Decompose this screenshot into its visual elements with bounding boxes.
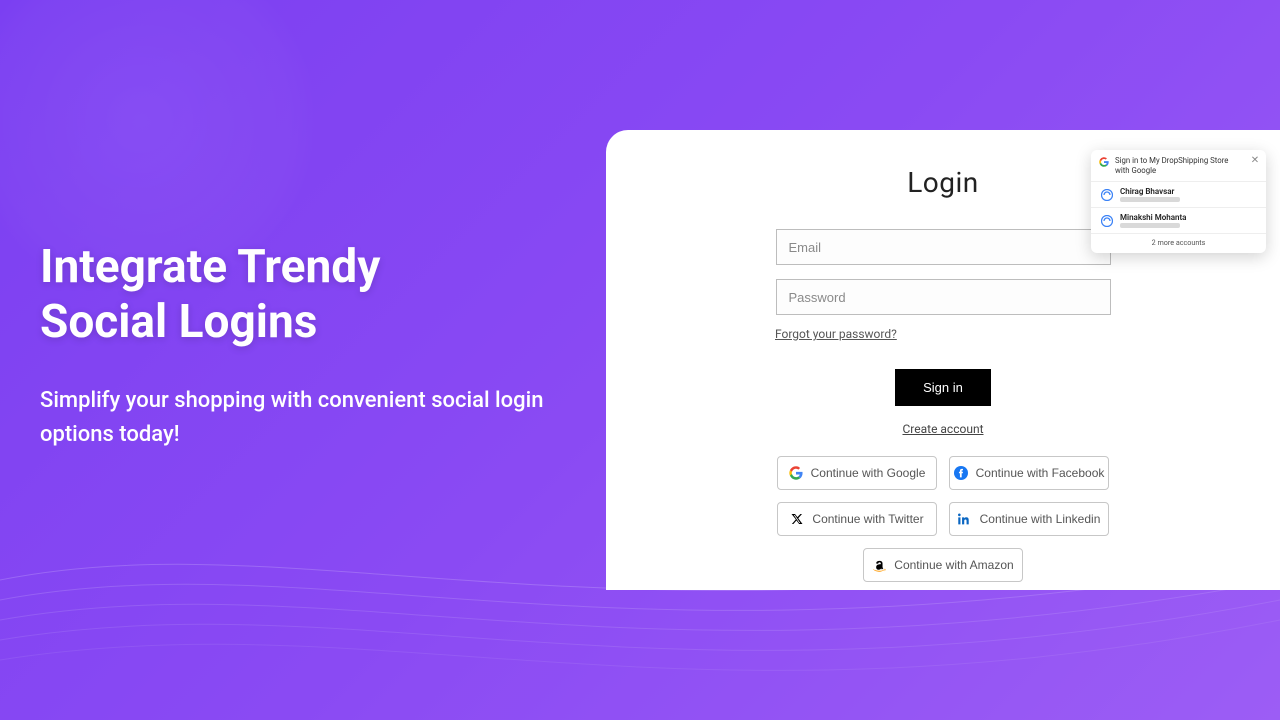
amazon-icon [872, 558, 886, 572]
continue-google-label: Continue with Google [811, 466, 926, 480]
hero-copy: Integrate Trendy Social Logins Simplify … [40, 240, 580, 453]
continue-twitter-label: Continue with Twitter [812, 512, 923, 526]
hero-title: Integrate Trendy Social Logins [40, 240, 580, 350]
onetap-account-row[interactable]: Minakshi Mohanta [1091, 207, 1266, 233]
email-field[interactable] [776, 229, 1111, 265]
continue-facebook-button[interactable]: Continue with Facebook [949, 456, 1109, 490]
linkedin-icon [958, 512, 972, 526]
continue-google-button[interactable]: Continue with Google [777, 456, 937, 490]
login-title: Login [907, 166, 979, 199]
twitter-icon [790, 512, 804, 526]
facebook-icon [954, 466, 968, 480]
account-email-redacted [1120, 223, 1180, 228]
continue-twitter-button[interactable]: Continue with Twitter [777, 502, 937, 536]
account-name: Chirag Bhavsar [1120, 187, 1174, 196]
continue-amazon-button[interactable]: Continue with Amazon [863, 548, 1023, 582]
continue-amazon-label: Continue with Amazon [894, 558, 1013, 572]
signin-button[interactable]: Sign in [895, 369, 991, 406]
hero-title-line1: Integrate Trendy [40, 240, 380, 294]
google-onetap-popup: Sign in to My DropShipping Store with Go… [1091, 150, 1266, 253]
onetap-header-text: Sign in to My DropShipping Store with Go… [1115, 156, 1258, 175]
forgot-password-link[interactable]: Forgot your password? [775, 327, 897, 341]
account-avatar-icon [1101, 189, 1113, 201]
hero-subtitle: Simplify your shopping with convenient s… [40, 384, 580, 452]
create-account-link[interactable]: Create account [902, 422, 983, 436]
password-field[interactable] [776, 279, 1111, 315]
hero-title-line2: Social Logins [40, 295, 317, 349]
continue-facebook-label: Continue with Facebook [976, 466, 1105, 480]
onetap-more-accounts[interactable]: 2 more accounts [1091, 233, 1266, 253]
onetap-header: Sign in to My DropShipping Store with Go… [1091, 150, 1266, 181]
continue-linkedin-label: Continue with Linkedin [980, 512, 1101, 526]
google-icon [1099, 157, 1109, 167]
continue-linkedin-button[interactable]: Continue with Linkedin [949, 502, 1109, 536]
onetap-account-row[interactable]: Chirag Bhavsar [1091, 181, 1266, 207]
account-name: Minakshi Mohanta [1120, 213, 1186, 222]
google-icon [789, 466, 803, 480]
account-email-redacted [1120, 197, 1180, 202]
account-avatar-icon [1101, 215, 1113, 227]
close-icon[interactable]: ✕ [1250, 156, 1260, 166]
